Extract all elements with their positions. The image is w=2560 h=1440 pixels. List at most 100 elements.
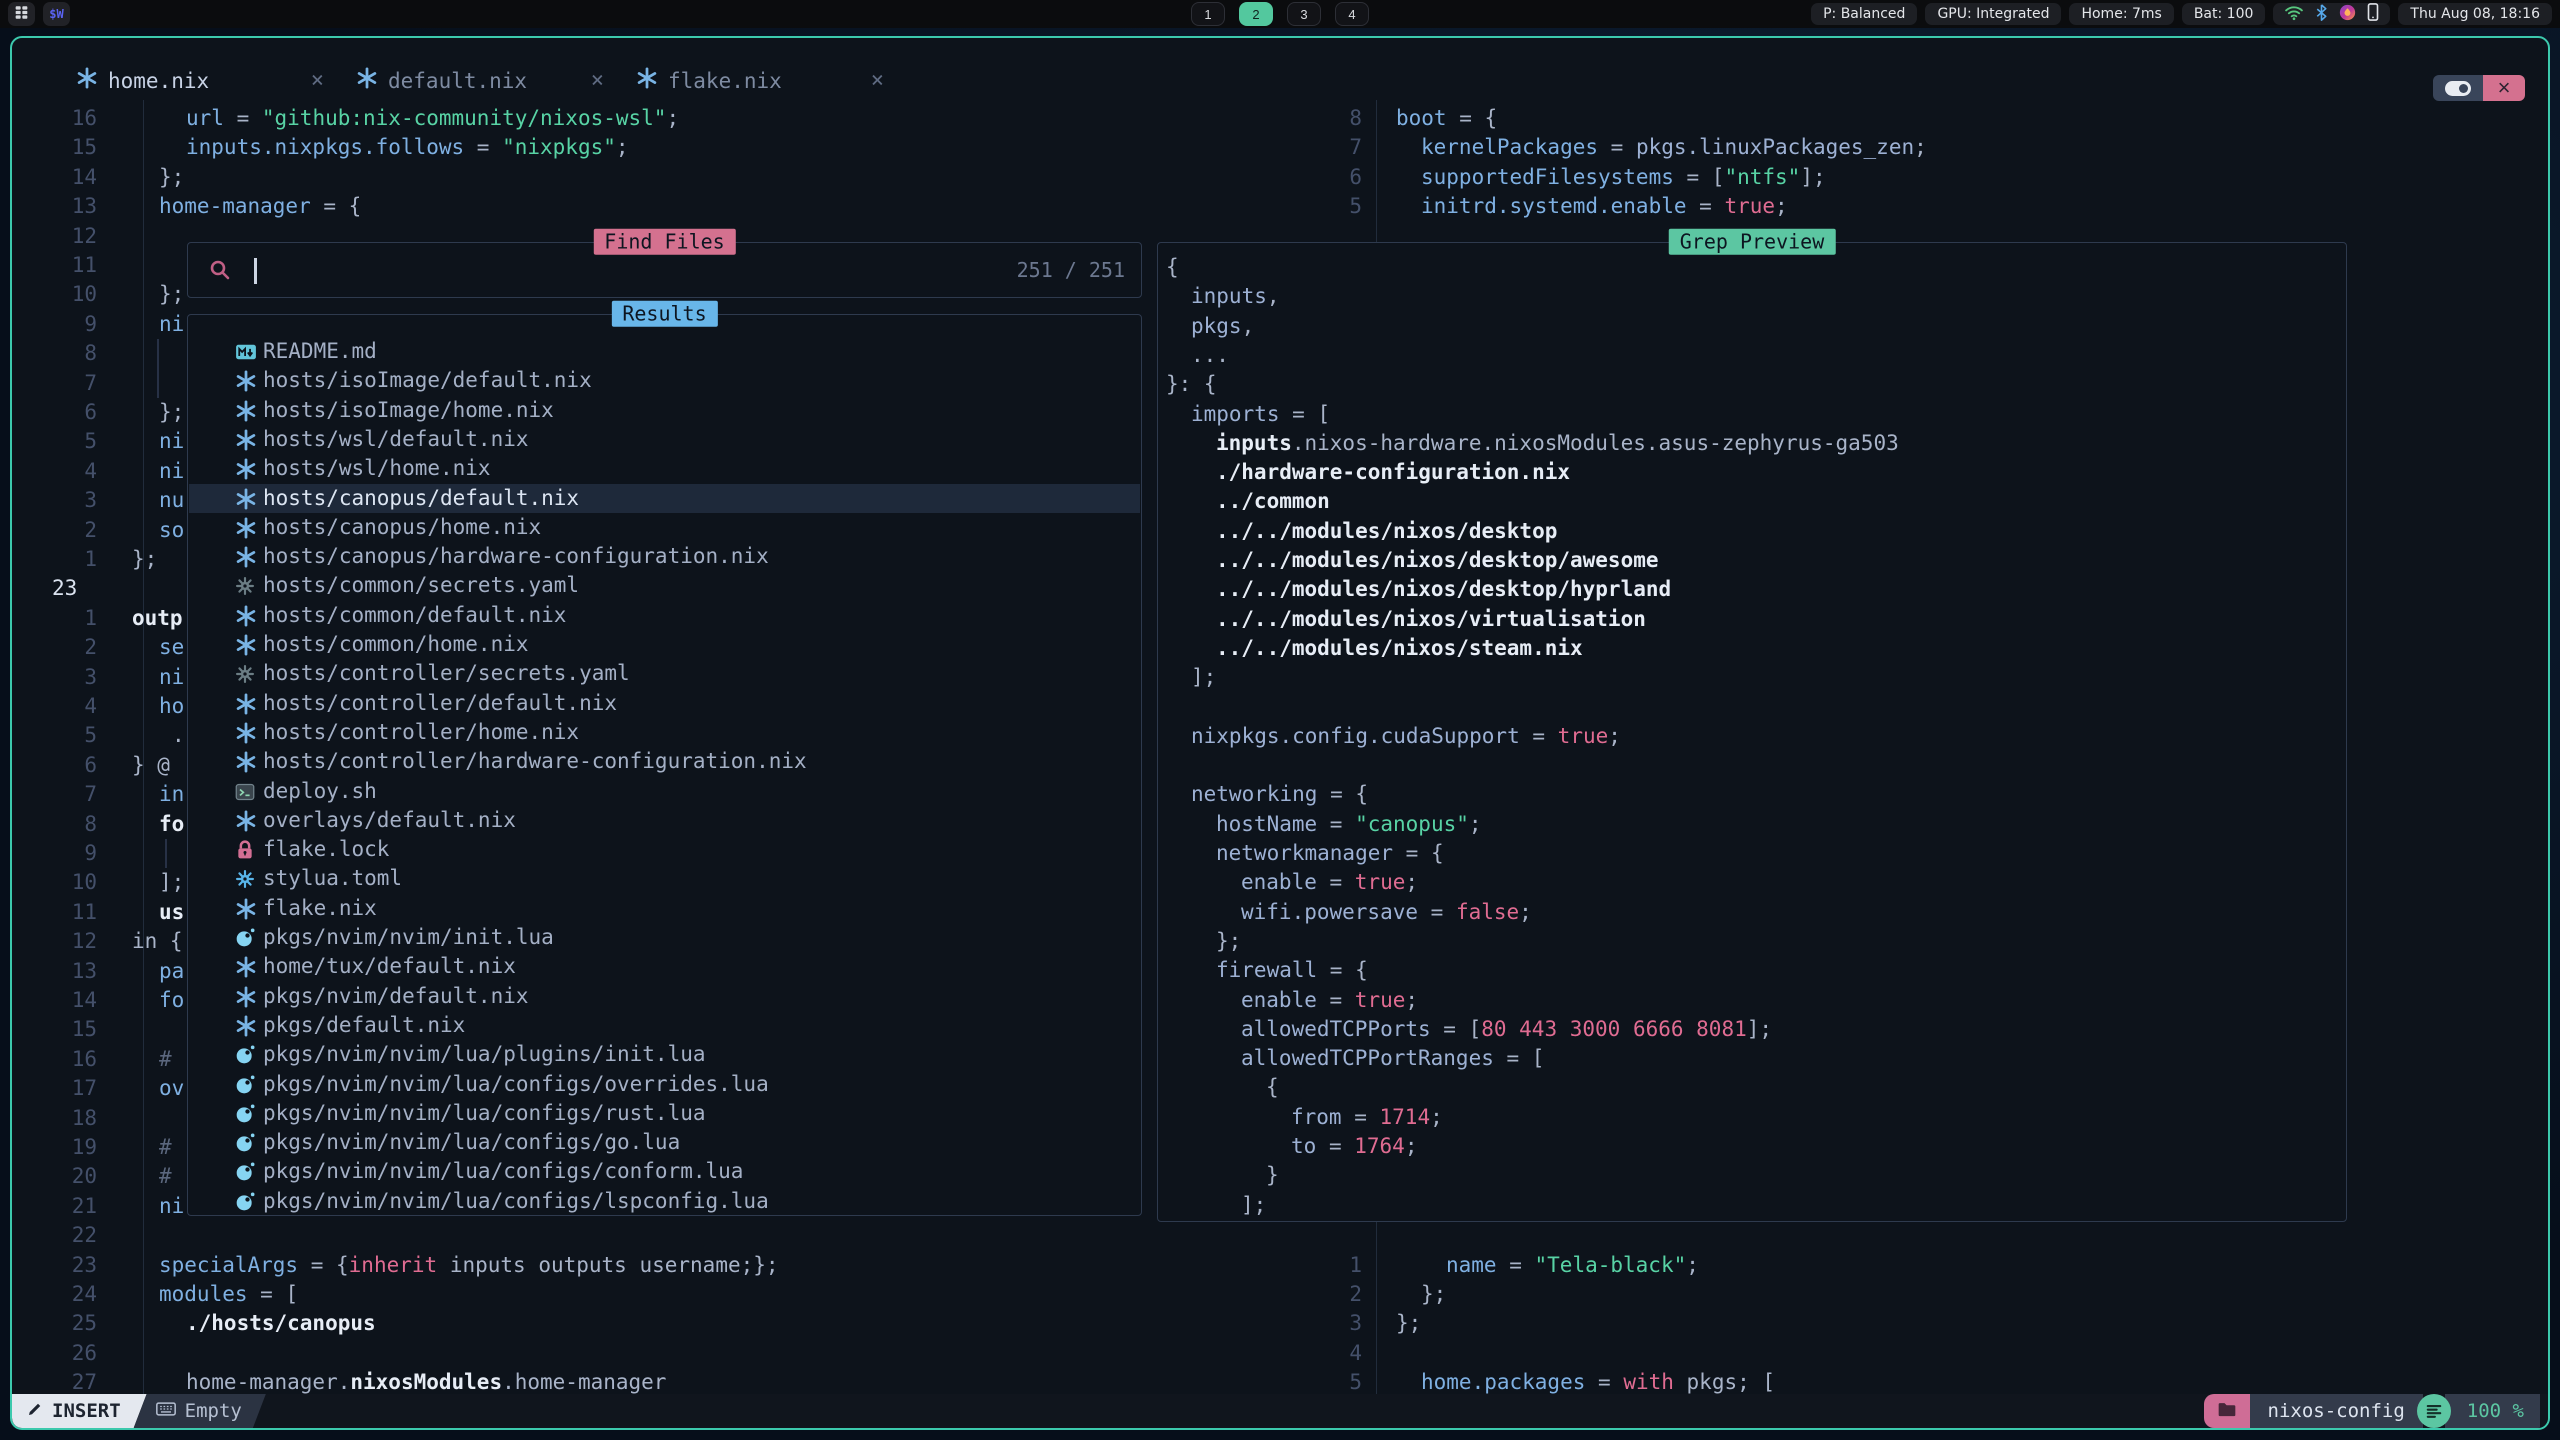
lua-file-icon — [235, 1102, 259, 1126]
results-panel: Results README.mdhosts/isoImage/default.… — [187, 314, 1142, 1216]
result-item[interactable]: hosts/wsl/default.nix — [189, 425, 1140, 454]
result-path: hosts/isoImage/default.nix — [263, 366, 592, 395]
preview-line: wifi.powersave = false; — [1241, 898, 1532, 927]
topbar-module[interactable]: Bat: 100 — [2182, 3, 2266, 25]
code-line: 5initrd.systemd.enable = true; — [12, 192, 2548, 221]
result-item[interactable]: overlays/default.nix — [189, 806, 1140, 835]
nix-icon — [356, 67, 378, 94]
code-line: 1name = "Tela-black"; — [12, 1251, 2548, 1280]
phone-icon — [2367, 3, 2379, 25]
terminal-window: home.nix×default.nix×flake.nix× × 16url … — [10, 36, 2550, 1430]
tab-close-icon[interactable]: × — [871, 68, 890, 93]
wifi-icon — [2284, 4, 2304, 25]
topbar-module[interactable]: GPU: Integrated — [1925, 3, 2061, 25]
system-tray[interactable] — [2273, 3, 2390, 25]
preview-line: }: { — [1166, 370, 1217, 399]
preview-line: ... — [1191, 341, 1229, 370]
nix-file-icon — [235, 399, 259, 423]
lua-file-icon — [235, 1073, 259, 1097]
nix-icon — [76, 67, 98, 94]
statusline: INSERT Empty nixos-config 100 % — [12, 1394, 2548, 1428]
result-path: pkgs/nvim/nvim/lua/configs/lspconfig.lua — [263, 1187, 769, 1216]
preview-line: ../../modules/nixos/desktop/hyprland — [1216, 575, 1671, 604]
nix-file-icon — [235, 692, 259, 716]
lines-icon — [2417, 1394, 2451, 1428]
preview-line: allowedTCPPorts = [80 443 3000 6666 8081… — [1241, 1015, 1772, 1044]
wm-logo-button[interactable]: $W — [43, 2, 70, 26]
result-item[interactable]: deploy.sh — [189, 777, 1140, 806]
tab-label: default.nix — [388, 69, 527, 93]
close-window-button[interactable]: × — [2483, 75, 2525, 101]
tab-flake.nix[interactable]: flake.nix× — [636, 67, 890, 94]
topbar-module[interactable]: P: Balanced — [1811, 3, 1917, 25]
preview-line: allowedTCPPortRanges = [ — [1241, 1044, 1544, 1073]
result-item[interactable]: stylua.toml — [189, 864, 1140, 893]
tab-label: home.nix — [108, 69, 209, 93]
app-launcher-button[interactable] — [8, 2, 35, 26]
code-line: 6supportedFilesystems = ["ntfs"]; — [12, 163, 2548, 192]
nix-file-icon — [235, 604, 259, 628]
result-path: hosts/controller/home.nix — [263, 718, 579, 747]
result-item[interactable]: hosts/controller/secrets.yaml — [189, 659, 1140, 688]
result-item[interactable]: pkgs/nvim/nvim/lua/configs/lspconfig.lua — [189, 1187, 1140, 1216]
tab-close-icon[interactable]: × — [591, 68, 610, 93]
sh-file-icon — [235, 780, 259, 804]
result-item[interactable]: hosts/canopus/default.nix — [189, 484, 1140, 513]
result-item[interactable]: hosts/common/secrets.yaml — [189, 571, 1140, 600]
topbar: $W 1234 P: Balanced GPU: Integrated Home: … — [0, 0, 2560, 28]
result-item[interactable]: hosts/controller/default.nix — [189, 689, 1140, 718]
workspace-1[interactable]: 1 — [1191, 2, 1225, 26]
topbar-module[interactable]: Home: 7ms — [2069, 3, 2173, 25]
result-item[interactable]: hosts/canopus/home.nix — [189, 513, 1140, 542]
workspace-2[interactable]: 2 — [1239, 2, 1273, 26]
result-item[interactable]: pkgs/nvim/nvim/init.lua — [189, 923, 1140, 952]
find-files-prompt[interactable]: Find Files 251 / 251 — [187, 242, 1142, 298]
statusline-right: nixos-config 100 % — [2204, 1394, 2540, 1428]
result-path: stylua.toml — [263, 864, 402, 893]
clock[interactable]: Thu Aug 08, 18:16 — [2398, 3, 2552, 25]
result-item[interactable]: hosts/controller/home.nix — [189, 718, 1140, 747]
mode-label: INSERT — [52, 1400, 121, 1422]
nix-file-icon — [235, 955, 259, 979]
preview-title: Grep Preview — [1669, 229, 1836, 255]
buffer-label: Empty — [185, 1400, 242, 1422]
keyboard-icon — [156, 1400, 176, 1422]
result-item[interactable]: pkgs/nvim/nvim/lua/configs/overrides.lua — [189, 1070, 1140, 1099]
result-item[interactable]: pkgs/nvim/nvim/lua/configs/conform.lua — [189, 1157, 1140, 1186]
nix-file-icon — [235, 750, 259, 774]
result-path: deploy.sh — [263, 777, 377, 806]
result-item[interactable]: hosts/common/default.nix — [189, 601, 1140, 630]
result-item[interactable]: README.md — [189, 337, 1140, 366]
result-item[interactable]: hosts/wsl/home.nix — [189, 454, 1140, 483]
result-item[interactable]: pkgs/nvim/nvim/lua/plugins/init.lua — [189, 1040, 1140, 1069]
preview-line: } — [1266, 1161, 1279, 1190]
code-line: 7kernelPackages = pkgs.linuxPackages_zen… — [12, 133, 2548, 162]
tab-close-icon[interactable]: × — [311, 68, 330, 93]
result-item[interactable]: home/tux/default.nix — [189, 952, 1140, 981]
result-path: pkgs/nvim/nvim/lua/configs/rust.lua — [263, 1099, 706, 1128]
result-item[interactable]: flake.nix — [189, 894, 1140, 923]
result-path: hosts/controller/secrets.yaml — [263, 659, 630, 688]
result-item[interactable]: hosts/isoImage/default.nix — [189, 366, 1140, 395]
result-path: hosts/controller/default.nix — [263, 689, 617, 718]
result-item[interactable]: hosts/controller/hardware-configuration.… — [189, 747, 1140, 776]
preview-line: { — [1266, 1073, 1279, 1102]
tab-home.nix[interactable]: home.nix × — [76, 67, 330, 94]
result-item[interactable]: hosts/canopus/hardware-configuration.nix — [189, 542, 1140, 571]
workspace-3[interactable]: 3 — [1287, 2, 1321, 26]
nix-file-icon — [235, 809, 259, 833]
result-item[interactable]: pkgs/nvim/nvim/lua/configs/go.lua — [189, 1128, 1140, 1157]
result-item[interactable]: pkgs/nvim/nvim/lua/configs/rust.lua — [189, 1099, 1140, 1128]
tab-default.nix[interactable]: default.nix × — [356, 67, 610, 94]
result-path: flake.nix — [263, 894, 377, 923]
result-item[interactable]: flake.lock — [189, 835, 1140, 864]
result-path: pkgs/nvim/nvim/init.lua — [263, 923, 554, 952]
result-item[interactable]: pkgs/default.nix — [189, 1011, 1140, 1040]
preview-line: ../../modules/nixos/desktop/awesome — [1216, 546, 1659, 575]
result-path: hosts/canopus/home.nix — [263, 513, 541, 542]
result-item[interactable]: hosts/common/home.nix — [189, 630, 1140, 659]
result-item[interactable]: hosts/isoImage/home.nix — [189, 396, 1140, 425]
workspace-4[interactable]: 4 — [1335, 2, 1369, 26]
toggle-button[interactable] — [2433, 75, 2483, 101]
result-item[interactable]: pkgs/nvim/default.nix — [189, 982, 1140, 1011]
